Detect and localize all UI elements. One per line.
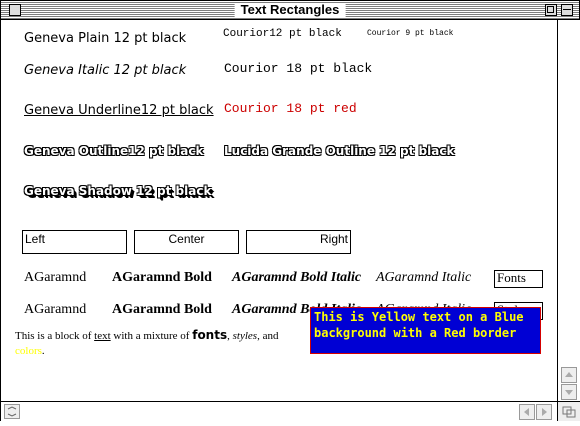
document-window: Text Rectangles Geneva Plain 12 pt black… [0, 0, 580, 421]
close-box[interactable] [9, 4, 21, 16]
left-box-label: Left [25, 232, 46, 246]
left-arrow-icon [524, 408, 529, 416]
horizontal-scrollbar[interactable] [1, 401, 557, 421]
scroll-left-arrow[interactable] [519, 404, 535, 420]
mixed-text-underlined: text [94, 330, 111, 342]
yellow-on-blue-text-box[interactable]: This is Yellow text on a Blue background… [310, 307, 541, 354]
right-box-label: Right [319, 232, 348, 246]
window-title: Text Rectangles [234, 3, 346, 17]
zoom-box[interactable] [545, 4, 557, 16]
mixed-text-fonts: fonts [192, 328, 228, 342]
down-arrow-icon [565, 390, 573, 395]
mixed-text-colors: colors [15, 345, 42, 357]
garamond-italic-1: AGaramnd Italic [376, 270, 472, 285]
text-content-area[interactable]: Geneva Plain 12 pt black Courior12 pt bl… [1, 20, 557, 401]
fonts-box[interactable]: Fonts [494, 270, 543, 288]
garamond-bold-2: AGaramnd Bold [112, 302, 212, 317]
scroll-right-arrow[interactable] [536, 404, 552, 420]
courier-18-sample: Courior 18 pt black [224, 61, 373, 76]
geneva-shadow-sample: Geneva Shadow 12 pt black [24, 184, 212, 198]
geneva-underline-sample: Geneva Underline12 pt black [24, 103, 214, 118]
up-arrow-icon [565, 372, 573, 377]
garamond-plain-1: AGaramnd [24, 270, 87, 285]
mixed-text-part1: This is a block of [15, 330, 95, 342]
lucida-outline-sample: Lucida Grande Outline 12 pt black [224, 144, 455, 158]
mixed-text-part3: , and [257, 330, 279, 342]
center-aligned-text-box[interactable]: Center [134, 230, 239, 254]
courier-18-red-sample: Courior 18 pt red [224, 101, 357, 116]
resize-grow-box[interactable] [557, 401, 580, 421]
title-bar[interactable]: Text Rectangles [1, 1, 579, 20]
geneva-outline-sample: Geneva Outline12 pt black [24, 144, 204, 158]
right-arrow-icon [542, 408, 547, 416]
yellow-box-text: This is Yellow text on a Blue background… [314, 310, 524, 340]
split-icon [7, 406, 17, 417]
vertical-scrollbar[interactable] [557, 20, 580, 401]
scroll-up-arrow[interactable] [561, 367, 577, 383]
split-box[interactable] [4, 404, 20, 419]
geneva-italic-sample: Geneva Italic 12 pt black [24, 63, 187, 78]
garamond-bold-italic-1: AGaramnd Bold Italic [232, 270, 362, 285]
mixed-text-part2: with a mixture of [110, 330, 193, 342]
mixed-text-period: . [41, 345, 45, 357]
courier-9-sample: Courior 9 pt black [367, 29, 454, 38]
mixed-text-styles: styles [232, 330, 258, 342]
garamond-plain-2: AGaramnd [24, 302, 87, 317]
garamond-bold-1: AGaramnd Bold [112, 270, 212, 285]
center-box-label: Center [168, 232, 205, 246]
right-aligned-text-box[interactable]: Right [246, 230, 351, 254]
mixed-style-text-block: This is a block of text with a mixture o… [15, 328, 300, 359]
courier-12-sample: Courior12 pt black [223, 28, 342, 40]
geneva-plain-sample: Geneva Plain 12 pt black [24, 31, 187, 46]
resize-icon [562, 406, 576, 418]
scroll-down-arrow[interactable] [561, 384, 577, 400]
fonts-box-label: Fonts [497, 270, 526, 285]
left-aligned-text-box[interactable]: Left [22, 230, 127, 254]
collapse-box[interactable] [561, 4, 573, 16]
